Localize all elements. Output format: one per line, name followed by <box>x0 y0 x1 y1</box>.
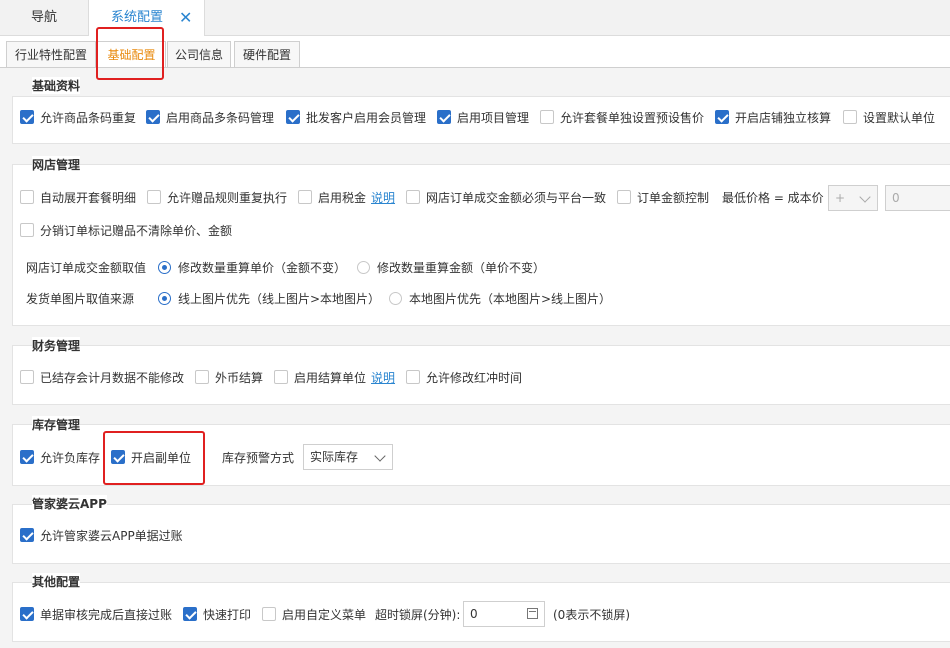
section-other-title: 其他配置 <box>32 573 81 590</box>
chevron-down-icon <box>374 450 386 462</box>
checkbox-box[interactable] <box>437 110 451 124</box>
checkbox-label: 启用自定义菜单 <box>282 608 367 622</box>
checkbox-box[interactable] <box>406 190 420 204</box>
radio-dot[interactable] <box>357 261 370 274</box>
stock-warning-label: 库存预警方式 <box>222 451 295 465</box>
checkbox-label: 允许修改红冲时间 <box>426 371 523 385</box>
stock-warning-value: 实际库存 <box>310 450 359 464</box>
subtab-industry[interactable]: 行业特性配置 <box>6 41 96 68</box>
checkbox-label: 允许赠品规则重复执行 <box>167 191 288 205</box>
checkbox-box[interactable] <box>540 110 554 124</box>
checkbox-label: 已结存会计月数据不能修改 <box>40 371 185 385</box>
checkbox-label: 允许商品条码重复 <box>40 111 137 125</box>
checkbox-box[interactable] <box>298 190 312 204</box>
checkbox-box[interactable] <box>286 110 300 124</box>
checkbox-box[interactable] <box>183 607 197 621</box>
radio-dot[interactable] <box>389 292 402 305</box>
checkbox-label: 启用税金 <box>318 191 367 205</box>
checkbox-box[interactable] <box>20 223 34 237</box>
lock-timeout-label: 超时锁屏(分钟): <box>375 608 461 622</box>
amount-value: 0 <box>892 191 900 205</box>
lock-timeout-input[interactable]: 0 <box>463 601 545 627</box>
checkbox-label: 快速打印 <box>203 608 252 622</box>
checkbox-box[interactable] <box>20 528 34 542</box>
lock-timeout-hint: (0表示不锁屏) <box>553 608 630 622</box>
checkbox-box[interactable] <box>262 607 276 621</box>
checkbox-label: 启用项目管理 <box>457 111 530 125</box>
lock-timeout-value: 0 <box>470 607 478 621</box>
checkbox-box[interactable] <box>20 190 34 204</box>
deal-amount-label: 网店订单成交金额取值 <box>26 261 147 275</box>
checkbox-label: 启用结算单位 <box>294 371 367 385</box>
checkbox-label: 允许负库存 <box>40 451 101 465</box>
checkbox-box[interactable] <box>20 607 34 621</box>
section-online-title: 网店管理 <box>32 156 81 173</box>
checkbox-label: 外币结算 <box>215 371 264 385</box>
checkbox-box[interactable] <box>843 110 857 124</box>
radio-label: 修改数量重算金额（单价不变） <box>377 261 546 275</box>
checkbox-box[interactable] <box>617 190 631 204</box>
subtab-company[interactable]: 公司信息 <box>167 41 231 68</box>
highlight-box-sub-unit <box>103 431 205 485</box>
checkbox-box[interactable] <box>147 190 161 204</box>
radio-dot[interactable] <box>158 292 171 305</box>
checkbox-label: 订单金额控制 <box>637 191 710 205</box>
section-stock-title: 库存管理 <box>32 416 81 433</box>
operator-select[interactable]: + <box>828 185 878 211</box>
checkbox-label: 开启店铺独立核算 <box>735 111 832 125</box>
min-price-label: 最低价格 = 成本价 <box>722 191 824 205</box>
checkbox-box[interactable] <box>406 370 420 384</box>
checkbox-label: 批发客户启用会员管理 <box>306 111 427 125</box>
radio-label: 修改数量重算单价（金额不变） <box>178 261 347 275</box>
radio-label: 本地图片优先（本地图片>线上图片） <box>409 292 612 306</box>
radio-dot[interactable] <box>158 261 171 274</box>
amount-input[interactable]: 0 <box>885 185 950 211</box>
checkbox-label: 网店订单成交金额必须与平台一致 <box>426 191 607 205</box>
subtab-hardware[interactable]: 硬件配置 <box>234 41 300 68</box>
checkbox-box[interactable] <box>20 110 34 124</box>
close-icon[interactable]: ✕ <box>179 0 192 35</box>
highlight-box-basic-tab <box>96 27 164 80</box>
checkbox-box[interactable] <box>146 110 160 124</box>
checkbox-label: 允许管家婆云APP单据过账 <box>40 529 183 543</box>
tax-help-link[interactable]: 说明 <box>371 188 395 208</box>
settlement-help-link[interactable]: 说明 <box>371 368 395 388</box>
checkbox-box[interactable] <box>20 370 34 384</box>
checkbox-label: 分销订单标记赠品不清除单价、金额 <box>40 224 233 238</box>
operator-value: + <box>835 191 846 205</box>
stock-warning-select[interactable]: 实际库存 <box>303 444 393 470</box>
tab-navigation[interactable]: 导航 <box>0 0 88 35</box>
checkbox-label: 启用商品多条码管理 <box>166 111 275 125</box>
checkbox-label: 设置默认单位 <box>863 111 936 125</box>
checkbox-box[interactable] <box>715 110 729 124</box>
section-basic-title: 基础资料 <box>32 77 81 94</box>
checkbox-box[interactable] <box>20 450 34 464</box>
checkbox-label: 允许套餐单独设置预设售价 <box>560 111 705 125</box>
section-finance-title: 财务管理 <box>32 337 81 354</box>
section-app-title: 管家婆云APP <box>32 495 107 512</box>
chevron-down-icon <box>859 191 871 203</box>
checkbox-box[interactable] <box>274 370 288 384</box>
checkbox-box[interactable] <box>195 370 209 384</box>
image-source-label: 发货单图片取值来源 <box>26 292 135 306</box>
checkbox-label: 自动展开套餐明细 <box>40 191 137 205</box>
calculator-icon[interactable] <box>527 608 538 619</box>
radio-label: 线上图片优先（线上图片>本地图片） <box>178 292 381 306</box>
checkbox-label: 单据审核完成后直接过账 <box>40 608 173 622</box>
